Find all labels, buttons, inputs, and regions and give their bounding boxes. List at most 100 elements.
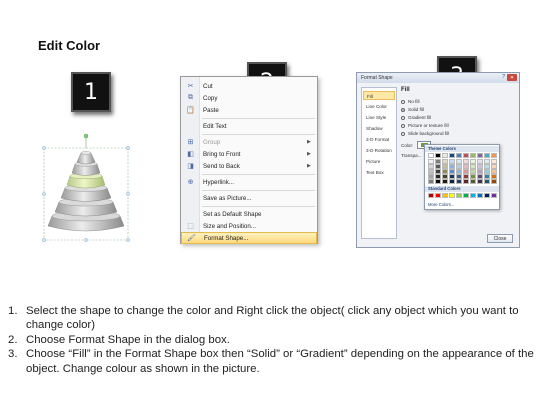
theme-shade-swatch[interactable]: [442, 179, 448, 184]
more-colors-link[interactable]: More Colors...: [428, 202, 454, 207]
standard-color-swatch[interactable]: [491, 193, 497, 198]
resize-handle[interactable]: [42, 238, 46, 242]
menu-item-edit-text[interactable]: Edit Text: [181, 120, 317, 132]
pyramid-shape[interactable]: [40, 132, 132, 250]
dialog-title: Format Shape: [357, 73, 519, 83]
theme-color-swatch[interactable]: [428, 153, 434, 158]
standard-color-swatch[interactable]: [484, 193, 490, 198]
theme-color-swatch[interactable]: [484, 153, 490, 158]
menu-item-cut[interactable]: ✂ Cut: [181, 80, 317, 92]
resize-handle[interactable]: [42, 192, 46, 196]
menu-item-copy[interactable]: ⧉ Copy: [181, 92, 317, 104]
theme-shade-swatch[interactable]: [463, 179, 469, 184]
standard-color-swatch[interactable]: [463, 193, 469, 198]
nav-item-line-color[interactable]: Line Color: [363, 102, 395, 111]
menu-separator: [202, 118, 315, 119]
standard-color-swatch[interactable]: [442, 193, 448, 198]
theme-color-swatch[interactable]: [449, 153, 455, 158]
submenu-arrow-icon: ▶: [307, 139, 311, 145]
menu-item-save-as-picture[interactable]: Save as Picture...: [181, 192, 317, 204]
radio-button[interactable]: [401, 131, 405, 136]
theme-shade-swatch[interactable]: [477, 179, 483, 184]
menu-item-paste[interactable]: 📋 Paste: [181, 104, 317, 116]
menu-item-label: Send to Back: [203, 162, 240, 170]
close-icon[interactable]: ✕: [507, 74, 517, 81]
menu-item-size-and-position[interactable]: ⬚ Size and Position...: [181, 220, 317, 232]
standard-colors-label: Standard Colors: [425, 186, 499, 192]
transparency-label: Transpa...: [401, 153, 422, 158]
nav-item-picture[interactable]: Picture: [363, 157, 395, 166]
resize-handle[interactable]: [126, 238, 130, 242]
theme-shade-swatch[interactable]: [449, 179, 455, 184]
fill-heading: Fill: [401, 87, 410, 93]
theme-shade-swatch[interactable]: [435, 179, 441, 184]
theme-color-swatch[interactable]: [477, 153, 483, 158]
nav-item-3d-rotation[interactable]: 3-D Rotation: [363, 146, 395, 155]
instruction-number: 1.: [8, 305, 18, 317]
menu-item-send-to-back[interactable]: ◨ Send to Back ▶: [181, 160, 317, 172]
nav-item-3d-format[interactable]: 3-D Format: [363, 135, 395, 144]
resize-handle[interactable]: [126, 192, 130, 196]
nav-item-shadow[interactable]: Shadow: [363, 124, 395, 133]
menu-item-label: Size and Position...: [203, 222, 256, 230]
instruction-number: 2.: [8, 333, 18, 346]
nav-item-fill[interactable]: Fill: [363, 91, 395, 100]
radio-label: Solid fill: [408, 107, 424, 112]
nav-item-line-style[interactable]: Line Style: [363, 113, 395, 122]
menu-item-format-shape[interactable]: 🖌 Format Shape...: [181, 232, 317, 244]
radio-button[interactable]: [401, 115, 405, 120]
menu-item-label: Bring to Front: [203, 150, 241, 158]
radio-gradient-fill[interactable]: Gradient fill: [401, 114, 431, 121]
submenu-arrow-icon: ▶: [307, 151, 311, 157]
instruction-item: 2. Choose Format Shape in the dialog box…: [8, 333, 552, 347]
menu-item-bring-to-front[interactable]: ◧ Bring to Front ▶: [181, 148, 317, 160]
standard-color-swatch[interactable]: [449, 193, 455, 198]
radio-solid-fill[interactable]: Solid fill: [401, 106, 424, 113]
hyperlink-icon: ⊕: [187, 179, 194, 186]
instructions-list: 1. Select the shape to change the color …: [8, 304, 552, 376]
menu-item-set-default-shape[interactable]: Set as Default Shape: [181, 208, 317, 220]
theme-shade-swatch[interactable]: [470, 179, 476, 184]
nav-item-text-box[interactable]: Text Box: [363, 168, 395, 177]
menu-item-hyperlink[interactable]: ⊕ Hyperlink...: [181, 176, 317, 188]
theme-color-swatch[interactable]: [491, 153, 497, 158]
menu-separator: [202, 190, 315, 191]
theme-color-swatch[interactable]: [470, 153, 476, 158]
theme-color-swatch[interactable]: [435, 153, 441, 158]
standard-color-swatch[interactable]: [456, 193, 462, 198]
menu-item-label: Paste: [203, 106, 219, 114]
resize-handle[interactable]: [126, 146, 130, 150]
radio-button[interactable]: [401, 107, 405, 112]
standard-color-swatch[interactable]: [435, 193, 441, 198]
theme-shade-swatch[interactable]: [484, 179, 490, 184]
theme-color-swatch[interactable]: [442, 153, 448, 158]
group-icon: ⊞: [187, 139, 194, 146]
resize-handle[interactable]: [84, 238, 88, 242]
standard-color-swatch[interactable]: [477, 193, 483, 198]
theme-shade-swatch[interactable]: [428, 179, 434, 184]
resize-handle[interactable]: [42, 146, 46, 150]
instruction-number: 3.: [8, 348, 18, 361]
radio-no-fill[interactable]: No fill: [401, 98, 420, 105]
radio-button[interactable]: [401, 99, 405, 104]
menu-item-label: Group: [203, 138, 221, 146]
help-icon[interactable]: ?: [502, 74, 505, 80]
instruction-text: Select the shape to change the color and…: [26, 305, 519, 332]
standard-color-swatch[interactable]: [470, 193, 476, 198]
send-to-back-icon: ◨: [187, 163, 194, 170]
theme-color-swatch[interactable]: [456, 153, 462, 158]
menu-item-label: Save as Picture...: [203, 194, 252, 202]
radio-button[interactable]: [401, 123, 405, 128]
color-label: Color:: [401, 142, 414, 148]
radio-picture-fill[interactable]: Picture or texture fill: [401, 122, 449, 129]
close-button[interactable]: Close: [487, 234, 513, 243]
theme-color-swatch[interactable]: [463, 153, 469, 158]
menu-item-label: Hyperlink...: [203, 178, 234, 186]
radio-slide-background-fill[interactable]: Slide background fill: [401, 130, 449, 137]
rotate-handle[interactable]: [83, 133, 89, 139]
theme-shade-swatch[interactable]: [491, 179, 497, 184]
theme-shade-swatch[interactable]: [456, 179, 462, 184]
standard-color-swatch[interactable]: [428, 193, 434, 198]
radio-label: No fill: [408, 99, 420, 104]
menu-item-label: Edit Text: [203, 122, 227, 130]
